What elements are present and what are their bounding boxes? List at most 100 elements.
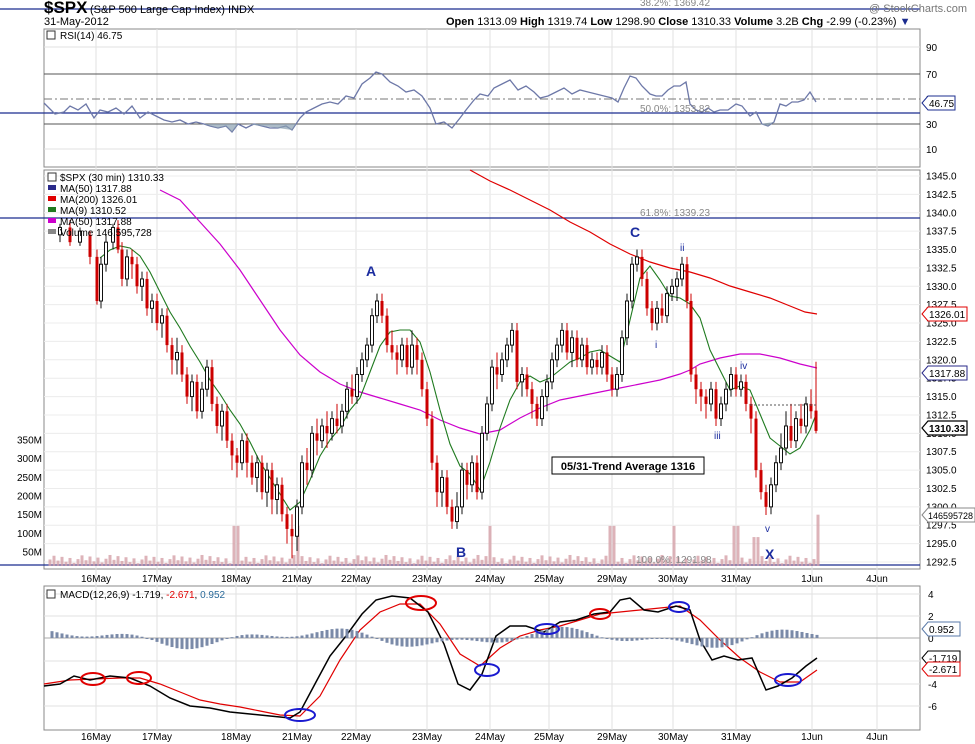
volume-bar	[424, 560, 428, 566]
volume-bar	[492, 557, 496, 566]
candle-body	[315, 433, 319, 441]
volume-bar	[480, 559, 484, 566]
volume-bar	[476, 554, 480, 566]
candle-body	[580, 344, 584, 361]
candle-body	[260, 462, 264, 493]
volume-bar	[564, 558, 568, 566]
candle-body	[739, 381, 743, 390]
candle-body	[605, 352, 609, 375]
volume-bar	[724, 555, 728, 566]
volume-bar	[720, 559, 724, 566]
volume-bar	[224, 558, 228, 566]
volume-bar	[800, 561, 804, 566]
volume-bar	[304, 560, 308, 566]
volume-bar	[604, 555, 608, 566]
macd-hist-bar	[485, 638, 489, 643]
candle-body	[670, 285, 674, 295]
macd-hist-bar	[400, 638, 404, 647]
candle-body	[505, 344, 509, 361]
macd-hist-bar	[75, 636, 79, 638]
candle-body	[155, 300, 159, 324]
volume-bar	[540, 555, 544, 566]
candle-body	[120, 249, 124, 279]
macd-hist-bar	[785, 629, 789, 638]
macd-hist-bar	[655, 638, 659, 639]
candle-body	[305, 462, 309, 471]
candle-body	[255, 462, 259, 478]
candle-body	[370, 315, 374, 346]
candle-body	[340, 410, 344, 427]
macd-hist-bar	[565, 627, 569, 638]
volume-bar	[144, 555, 148, 566]
volume-bar	[568, 554, 572, 566]
macd-hist-bar	[340, 628, 344, 638]
macd-tick: 2	[928, 612, 934, 623]
candle-body	[575, 337, 579, 360]
x-axis-label: 23May	[412, 732, 442, 743]
volume-tick: 100M	[17, 529, 42, 540]
volume-bar	[616, 561, 620, 566]
macd-hist-bar	[735, 638, 739, 644]
candle-body	[195, 381, 199, 412]
x-axis-label: 17May	[142, 732, 172, 743]
macd-tick: 4	[928, 590, 934, 601]
volume-bar	[536, 559, 540, 566]
macd-hist-bar	[320, 630, 324, 638]
macd-hist-bar	[290, 636, 294, 638]
candle-body	[645, 278, 649, 309]
volume-bar	[328, 555, 332, 566]
macd-label: MACD(12,26,9) -1.719, -2.671, 0.952	[60, 590, 226, 601]
ma200-tag: 1326.01	[921, 306, 968, 322]
candle-body	[510, 329, 514, 346]
macd-hist-bar	[625, 638, 629, 642]
macd-hist-bar	[795, 631, 799, 638]
macd-hist-bar	[575, 628, 579, 638]
macd-hist-bar	[360, 632, 364, 638]
macd-hist-bar	[685, 638, 689, 643]
candle-body	[435, 462, 439, 493]
wave-label-c: C	[630, 224, 640, 240]
macd-hist-bar	[525, 635, 529, 638]
macd-hist-bar	[215, 638, 219, 643]
candle-body	[220, 410, 224, 427]
macd-hist-bar	[570, 627, 574, 638]
candle-body	[180, 352, 184, 375]
candle-body	[265, 469, 269, 493]
volume-bar	[60, 556, 64, 566]
macd-hist-bar	[715, 638, 719, 648]
rsi-label: RSI(14) 46.75	[60, 31, 123, 42]
volume-bar	[620, 557, 624, 566]
volume-bar	[116, 556, 120, 566]
volume-bar	[132, 558, 136, 566]
volume-bar	[56, 560, 60, 566]
candle-body	[495, 367, 499, 375]
candle-body	[694, 374, 698, 390]
macd-hist-bar	[745, 638, 749, 640]
volume-bar	[268, 560, 272, 566]
macd-hist-bar	[455, 638, 459, 640]
macd-hist-bar	[385, 638, 389, 643]
candle-body	[724, 388, 728, 405]
volume-bar	[128, 562, 132, 566]
macd-hist-bar	[270, 635, 274, 638]
macd-hist-bar	[205, 638, 209, 646]
legend-volume: Volume 146,595,728	[60, 228, 152, 239]
wave-label-iv: iv	[740, 361, 747, 372]
volume-bar	[596, 563, 600, 566]
volume-bar	[532, 562, 536, 566]
macd-hist-bar	[595, 635, 599, 638]
macd-hist-bar	[140, 636, 144, 638]
volume-bar	[520, 556, 524, 566]
macd-hist-bar	[90, 636, 94, 638]
volume-bar	[572, 559, 576, 566]
volume-bar	[612, 525, 616, 566]
candle-body	[749, 403, 753, 419]
candle-body	[395, 352, 399, 360]
candle-body	[610, 374, 614, 390]
x-axis-label: 4Jun	[866, 732, 888, 743]
candle-body	[99, 263, 103, 302]
x-axis-label: 25May	[534, 574, 564, 585]
macd-hist-bar	[520, 637, 524, 639]
candle-body	[640, 256, 644, 279]
candle-body	[355, 374, 359, 398]
